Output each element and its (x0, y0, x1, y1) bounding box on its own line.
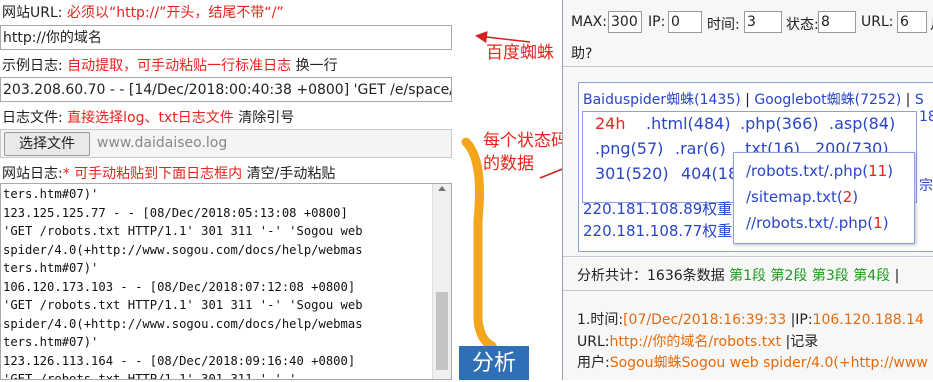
log-text: ters.htm#07)' 123.125.125.77 - - [08/Dec… (3, 187, 363, 380)
segment-1[interactable]: 第1段 (729, 268, 766, 284)
url-input[interactable]: http://你的域名 (0, 25, 452, 50)
clear-quotes-link[interactable]: 清除引号 (238, 110, 294, 126)
summary-count: 1636条数据 (647, 268, 725, 284)
code-24h[interactable]: 24h (595, 114, 626, 133)
code-asp[interactable]: .asp(84) (829, 114, 895, 133)
url-hint: 必须以“http://”开头，结尾不带“/” (66, 5, 284, 21)
code-404[interactable]: 404(18 (681, 164, 738, 183)
segment-4[interactable]: 第4段 (853, 268, 890, 284)
detail-ua-label: 用户: (577, 355, 610, 371)
max-input[interactable]: 300 (608, 11, 642, 33)
popup-count: 1 (873, 214, 883, 232)
code-php[interactable]: .php(366) (740, 114, 819, 133)
file-hint: 直接选择log、txt日志文件 (67, 110, 234, 126)
summary-prefix: 分析共计： (577, 268, 647, 284)
code-png[interactable]: .png(57) (595, 139, 663, 158)
time-label: 时间: (707, 17, 740, 33)
divider (563, 290, 933, 291)
detail-url-row: URL:http://你的域名/robots.txt |记录 (577, 331, 818, 351)
clear-paste-link[interactable]: 清空/手动粘贴 (247, 166, 336, 182)
ip-row-1[interactable]: 220.181.108.89权重首 (583, 198, 747, 219)
spider-baidu[interactable]: Baiduspider蜘蛛(1435) (583, 92, 741, 108)
url-popup: /robots.txt/.php(11) /sitemap.txt(2) //r… (733, 152, 915, 244)
file-picker: 选择文件 www.daidaiseo.log (0, 129, 452, 158)
status-input[interactable]: 8 (818, 11, 856, 33)
url-count-label: URL: (861, 14, 894, 30)
ip-input[interactable]: 0 (668, 11, 702, 33)
detail-ip: 106.120.188.14 (812, 312, 924, 328)
detail-time: [07/Dec/2018:16:39:33 (623, 312, 787, 328)
divider (563, 66, 933, 67)
detail-ua-row: 用户:Sogou蜘蛛Sogou web spider/4.0(+http://w… (577, 352, 928, 372)
file-label-row: 日志文件: 直接选择log、txt日志文件 清除引号 (2, 107, 294, 127)
popup-path: /robots.txt/.php( (746, 162, 869, 180)
analysis-result-panel: MAX: 300 IP: 0 时间: 3 状态: 8 URL: 6 月 助? B… (562, 0, 933, 380)
spider-google[interactable]: Googlebot蜘蛛(7252) (754, 92, 901, 108)
sample-label: 示例日志: (2, 58, 63, 74)
choose-file-button[interactable]: 选择文件 (4, 132, 90, 156)
popup-tail: ) (852, 188, 859, 206)
flow-bracket (461, 137, 497, 351)
log-textarea[interactable]: ters.htm#07)' 123.125.125.77 - - [08/Dec… (0, 183, 452, 380)
arrow-to-url-input (475, 31, 531, 43)
status-label: 状态: (786, 17, 819, 33)
code-301[interactable]: 301(520) (595, 164, 669, 183)
time-input[interactable]: 3 (744, 11, 782, 33)
popup-count: 2 (842, 188, 853, 206)
spider-row: Baiduspider蜘蛛(1435) | Googlebot蜘蛛(7252) … (583, 89, 924, 109)
side-truncated-2: 宗 (919, 178, 933, 194)
file-label: 日志文件: (2, 110, 63, 126)
chosen-filename: www.daidaiseo.log (97, 135, 228, 151)
side-truncated-1: 18 (919, 109, 933, 125)
code-rar[interactable]: .rar(6) (675, 139, 726, 158)
ip-label: IP: (648, 14, 666, 30)
url-count-input[interactable]: 6 (897, 11, 927, 33)
ip-row-2[interactable]: 220.181.108.77权重首 (583, 220, 747, 241)
popup-item[interactable]: /sitemap.txt(2) (746, 188, 858, 206)
code-html[interactable]: .html(484) (646, 114, 731, 133)
sample-label-row: 示例日志: 自动提取，可手动粘贴一行标准日志 换一行 (2, 55, 338, 75)
popup-path: //robots.txt/.php( (746, 214, 874, 232)
detail-url[interactable]: http://你的域名/robots.txt (610, 334, 782, 350)
max-label: MAX: (571, 14, 607, 30)
required-star: * (62, 166, 70, 182)
popup-count: 11 (868, 162, 888, 180)
spider-sep: | (905, 92, 911, 108)
popup-tail: ) (882, 214, 889, 232)
popup-item[interactable]: /robots.txt/.php(11) (746, 162, 893, 180)
url-label-row: 网站URL: 必须以“http://”开头，结尾不带“/” (2, 2, 284, 22)
log-input-panel: 网站URL: 必须以“http://”开头，结尾不带“/” http://你的域… (0, 0, 458, 380)
sample-log-input[interactable]: 203.208.60.70 - - [14/Dec/2018:00:40:38 … (0, 77, 452, 102)
summary-row: 分析共计：1636条数据 第1段 第2段 第3段 第4段 | (577, 265, 899, 285)
log-hint: 可手动粘贴到下面日志框内 (74, 166, 243, 182)
url-label: 网站URL: (2, 5, 63, 21)
detail-record: |记录 (785, 334, 819, 350)
detail-prefix: 1.时间: (577, 312, 624, 328)
popup-item[interactable]: //robots.txt/.php(1) (746, 214, 889, 232)
segment-sep: | (894, 268, 900, 284)
segment-2[interactable]: 第2段 (770, 268, 807, 284)
spider-more[interactable]: S (915, 92, 924, 108)
detail-time-row: 1.时间:[07/Dec/2018:16:39:33 |IP:106.120.1… (577, 309, 924, 329)
next-line-link[interactable]: 换一行 (296, 58, 338, 74)
detail-ua: Sogou蜘蛛Sogou web spider/4.0(+http://www (609, 355, 928, 371)
spider-sep: | (745, 92, 750, 108)
sample-hint: 自动提取，可手动粘贴一行标准日志 (67, 58, 292, 74)
log-label: 网站日志: (2, 166, 63, 182)
detail-ip-label: |IP: (790, 312, 813, 328)
popup-path: /sitemap.txt( (746, 188, 843, 206)
divider (563, 256, 933, 257)
segment-3[interactable]: 第3段 (812, 268, 849, 284)
detail-url-label: URL: (577, 334, 610, 350)
popup-tail: ) (887, 162, 894, 180)
log-label-row: 网站日志:* 可手动粘贴到下面日志框内 清空/手动粘贴 (2, 163, 335, 183)
help-text: 助? (571, 46, 593, 62)
analyze-button[interactable]: 分析 (459, 346, 529, 380)
